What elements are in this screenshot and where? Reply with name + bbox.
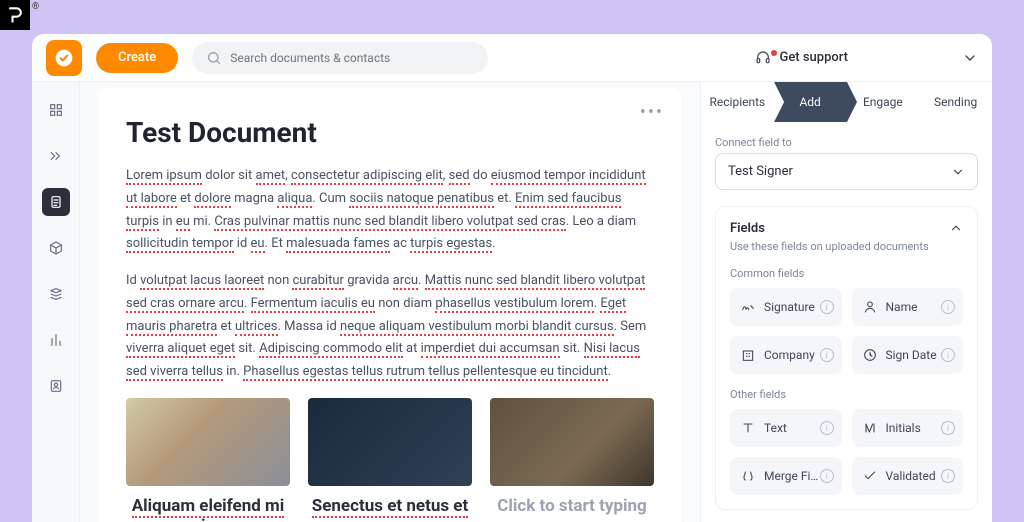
fields-panel-header[interactable]: Fields Use these fields on uploaded docu…	[730, 221, 963, 253]
image-tile[interactable]: Aliquam eleifend mi in	[126, 398, 290, 522]
create-button[interactable]: Create	[96, 43, 178, 73]
pandadoc-brand-badge	[0, 0, 30, 30]
tile-caption[interactable]: Click to start typing	[490, 496, 654, 516]
left-rail	[32, 82, 80, 522]
document-title[interactable]: Test Document	[126, 116, 654, 149]
validated-icon	[862, 468, 878, 484]
signer-name: Test Signer	[728, 164, 793, 179]
info-icon[interactable]: i	[941, 348, 955, 362]
other-fields-label: Other fields	[730, 388, 963, 401]
rail-workflow[interactable]	[42, 142, 70, 170]
app-logo[interactable]	[46, 40, 82, 76]
app-window: Create Get support ••• Test Document	[32, 34, 992, 522]
tile-caption[interactable]: Aliquam eleifend mi in	[126, 496, 290, 522]
info-icon[interactable]: i	[820, 300, 834, 314]
paragraph-2: Id volutpat lacus laoreet non curabitur …	[126, 270, 654, 384]
document-card[interactable]: ••• Test Document Lorem ipsum dolor sit …	[98, 88, 682, 522]
info-icon[interactable]: i	[941, 469, 955, 483]
info-icon[interactable]: i	[820, 348, 834, 362]
signer-dropdown[interactable]: Test Signer	[715, 153, 978, 190]
company-icon	[740, 347, 756, 363]
rail-dashboard[interactable]	[42, 96, 70, 124]
account-chevron-icon[interactable]	[962, 50, 978, 66]
search-icon	[206, 50, 222, 66]
step-recipients[interactable]: Recipients	[701, 82, 774, 122]
tile-caption[interactable]: Senectus et netus et	[308, 496, 472, 516]
chevron-up-icon	[949, 221, 963, 235]
search-bar[interactable]	[192, 42, 488, 74]
notification-dot	[769, 48, 779, 58]
chevron-down-icon	[951, 165, 965, 179]
tile-image	[490, 398, 654, 486]
rail-catalog[interactable]	[42, 234, 70, 262]
initials-icon	[862, 420, 878, 436]
tile-image	[126, 398, 290, 486]
signature-icon	[740, 299, 756, 315]
field-name[interactable]: Namei	[852, 288, 964, 326]
paragraph-1: Lorem ipsum dolor sit amet, consectetur …	[126, 165, 654, 256]
field-initials[interactable]: Initialsi	[852, 409, 964, 447]
rail-contacts[interactable]	[42, 372, 70, 400]
field-merge[interactable]: Merge Fi…i	[730, 457, 842, 495]
merge-icon	[740, 468, 756, 484]
document-body[interactable]: Lorem ipsum dolor sit amet, consectetur …	[126, 165, 654, 384]
field-text[interactable]: Texti	[730, 409, 842, 447]
image-tiles-row: Aliquam eleifend mi in Senectus et netus …	[126, 398, 654, 522]
top-bar: Create Get support	[32, 34, 992, 82]
step-engage[interactable]: Engage	[847, 82, 920, 122]
support-label: Get support	[779, 50, 848, 65]
get-support-button[interactable]: Get support	[755, 50, 848, 66]
info-icon[interactable]: i	[820, 421, 834, 435]
info-icon[interactable]: i	[941, 300, 955, 314]
date-icon	[862, 347, 878, 363]
trademark-symbol: ®	[32, 2, 39, 12]
rail-templates[interactable]	[42, 280, 70, 308]
image-tile[interactable]: Click to start typing	[490, 398, 654, 522]
text-icon	[740, 420, 756, 436]
field-date[interactable]: Sign Datei	[852, 336, 964, 374]
common-fields-grid: Signaturei Namei Companyi Sign Datei	[730, 288, 963, 374]
tile-image	[308, 398, 472, 486]
field-validated[interactable]: Validatedi	[852, 457, 964, 495]
common-fields-label: Common fields	[730, 267, 963, 280]
image-tile[interactable]: Senectus et netus et	[308, 398, 472, 522]
name-icon	[862, 299, 878, 315]
document-more-menu[interactable]: •••	[640, 102, 664, 123]
other-fields-grid: Texti Initialsi Merge Fi…i Validatedi	[730, 409, 963, 495]
step-add[interactable]: Add	[774, 82, 847, 122]
fields-title: Fields	[730, 221, 929, 236]
right-panel: RecipientsAddEngageSending Connect field…	[700, 82, 992, 522]
step-sending[interactable]: Sending	[919, 82, 992, 122]
field-company[interactable]: Companyi	[730, 336, 842, 374]
info-icon[interactable]: i	[941, 421, 955, 435]
fields-subtitle: Use these fields on uploaded documents	[730, 240, 929, 253]
editor-canvas: ••• Test Document Lorem ipsum dolor sit …	[80, 82, 700, 522]
fields-panel: Fields Use these fields on uploaded docu…	[715, 206, 978, 510]
rail-reports[interactable]	[42, 326, 70, 354]
field-signature[interactable]: Signaturei	[730, 288, 842, 326]
info-icon[interactable]: i	[820, 469, 834, 483]
rail-documents[interactable]	[42, 188, 70, 216]
workflow-steps: RecipientsAddEngageSending	[701, 82, 992, 122]
search-input[interactable]	[230, 51, 474, 65]
connect-field-label: Connect field to	[715, 136, 978, 149]
